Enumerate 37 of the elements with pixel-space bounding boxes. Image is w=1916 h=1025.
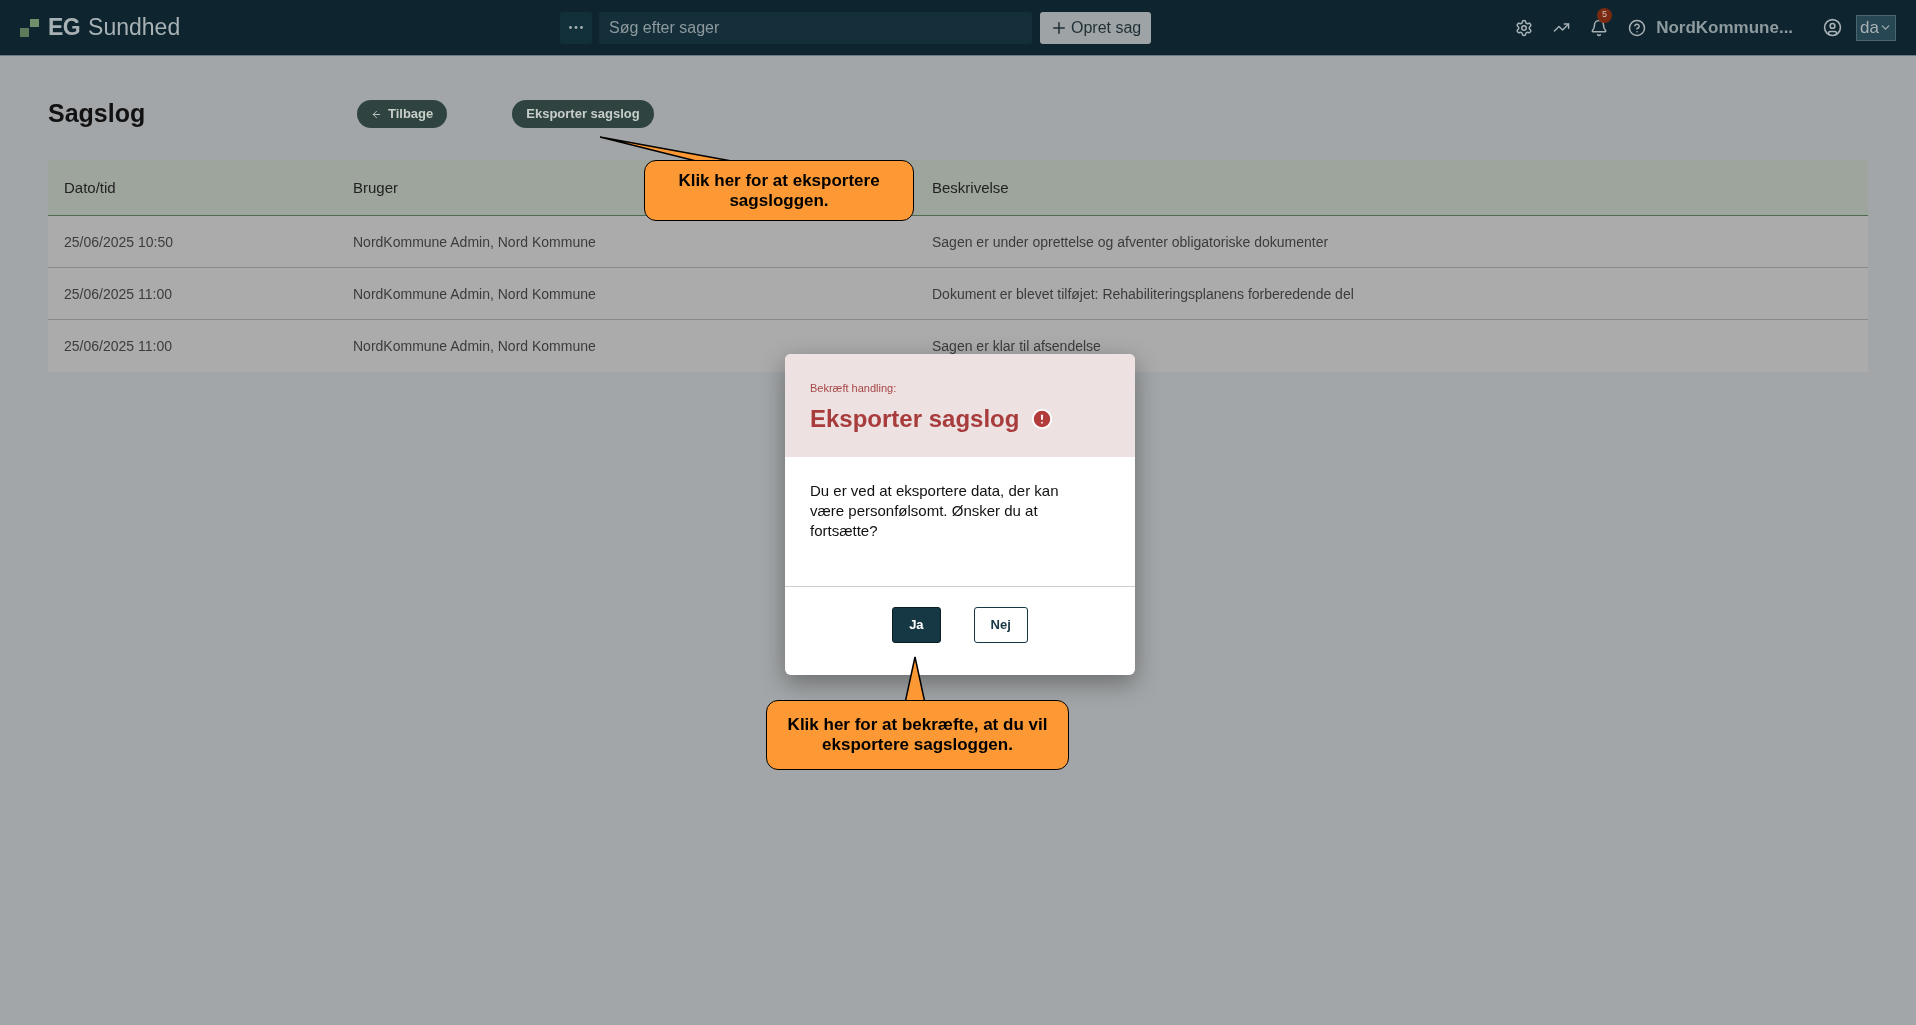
search-field[interactable]: Søg efter sager <box>599 11 1032 44</box>
more-button[interactable] <box>560 11 592 44</box>
column-header: Beskrivelse <box>932 178 1009 196</box>
user-name[interactable]: NordKommune... <box>1656 14 1794 41</box>
brand-name: Sundhed <box>88 13 181 43</box>
logo-icon <box>20 18 40 37</box>
back-button[interactable]: Tilbage <box>357 100 448 128</box>
table-cell: NordKommune Admin, Nord Kommune <box>353 233 596 250</box>
table-cell: 25/06/2025 10:50 <box>64 233 173 250</box>
cancel-button[interactable]: Nej <box>973 607 1028 643</box>
notification-badge: 5 <box>1597 7 1613 23</box>
page-title: Sagslog <box>48 98 147 130</box>
notifications-icon[interactable] <box>1590 18 1609 37</box>
table-cell: Sagen er klar til afsendelse <box>932 338 1101 354</box>
table-cell: NordKommune Admin, Nord Kommune <box>353 338 596 354</box>
create-case-button[interactable]: Opret sag <box>1040 11 1152 44</box>
table-cell: 25/06/2025 11:00 <box>64 285 172 302</box>
arrow-left-icon <box>371 108 382 120</box>
table-cell: 25/06/2025 11:00 <box>64 338 172 354</box>
table-cell: NordKommune Admin, Nord Kommune <box>353 285 596 302</box>
column-header: Dato/tid <box>64 178 116 196</box>
settings-icon[interactable] <box>1515 18 1534 37</box>
callout: Klik her for at bekræfte, at du vil eksportere sagsloggen. <box>766 700 1069 770</box>
table-cell: Sagen er under oprettelse og afventer obligatoriske dokumenter <box>932 233 1329 250</box>
confirm-button[interactable]: Ja <box>892 607 941 643</box>
help-icon[interactable] <box>1628 18 1647 37</box>
more-icon <box>569 26 583 29</box>
logo-text: EG <box>48 13 81 43</box>
language-select[interactable]: da <box>1856 14 1896 41</box>
warning-icon <box>1031 407 1054 430</box>
dialog-title: Eksporter sagslog <box>810 403 1020 434</box>
dialog-subtitle: Bekræft handling: <box>810 381 898 396</box>
column-header: Bruger <box>353 178 399 196</box>
dialog-message: Du er ved at eksportere data, der kan være personfølsomt. Ønsker du at fortsætte? <box>810 481 1060 541</box>
table-cell: Dokument er blevet tilføjet: Rehabiliteringsplanens forberedende del <box>932 285 1354 302</box>
user-icon[interactable] <box>1823 18 1843 37</box>
export-button[interactable]: Eksporter sagslog <box>512 100 654 128</box>
